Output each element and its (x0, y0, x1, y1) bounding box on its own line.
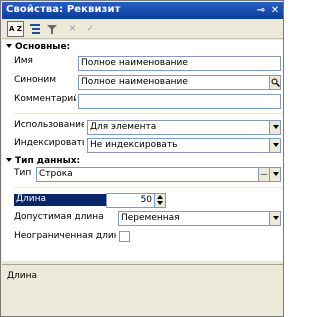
section-types-title: Тип данных: (6, 156, 80, 166)
type-value: Строка (39, 169, 73, 179)
prop-label-name: Имя (14, 56, 33, 66)
chevron-down-icon[interactable] (269, 121, 280, 134)
indexing-select[interactable]: Не индексировать (87, 138, 281, 153)
length-value: 50 (140, 195, 152, 205)
stepper-up-icon[interactable] (157, 195, 163, 199)
properties-panel: Основные: Имя Полное наименование Синони… (2, 40, 283, 261)
close-icon[interactable]: ✕ (268, 4, 282, 17)
chevron-down-icon[interactable] (269, 139, 280, 152)
cancel-icon[interactable]: ✕ (64, 21, 81, 37)
search-icon[interactable] (269, 76, 280, 89)
title-bar[interactable]: Свойства: Реквизит ⊸ ✕ (2, 2, 283, 19)
prop-row-indexing: Индексировать Не индексировать (2, 136, 283, 155)
section-types-label: Тип данных: (15, 156, 81, 166)
prop-row-unlimited: Неограниченная длина (2, 229, 283, 246)
window-title: Свойства: Реквизит (6, 4, 121, 15)
allowed-length-select[interactable]: Переменная (118, 211, 281, 226)
collapse-arrow-icon (6, 158, 12, 162)
prop-label-synonym: Синоним (14, 75, 57, 85)
prop-label-allowed-length: Допустимая длина (14, 212, 104, 222)
toolbar: A Z ✕ ✓ (2, 19, 283, 39)
name-field[interactable]: Полное наименование (78, 56, 281, 71)
stepper-down-icon[interactable] (157, 201, 163, 205)
prop-row-type: Тип Строка — (2, 166, 283, 185)
usage-select[interactable]: Для элемента (87, 120, 281, 135)
prop-label-length: Длина (14, 194, 106, 206)
prop-row-comment: Комментарий (2, 92, 283, 111)
clear-icon[interactable]: — (258, 168, 269, 181)
divider (14, 187, 283, 188)
synonym-value: Полное наименование (81, 77, 188, 87)
type-select[interactable]: Строка — (36, 167, 281, 182)
prop-row-usage: Использование Для элемента (2, 118, 283, 137)
section-main-title: Основные: (6, 42, 70, 52)
properties-window: Свойства: Реквизит ⊸ ✕ A Z ✕ ✓ Основные:… (0, 0, 284, 317)
prop-label-unlimited: Неограниченная длина (14, 231, 116, 241)
length-stepper[interactable]: 50 (106, 193, 166, 208)
prop-row-synonym: Синоним Полное наименование (2, 73, 283, 92)
prop-row-name: Имя Полное наименование (2, 54, 283, 73)
pin-icon[interactable]: ⊸ (254, 4, 268, 17)
prop-label-comment: Комментарий (14, 94, 76, 104)
indexing-value: Не индексировать (90, 140, 178, 150)
section-main-label: Основные: (15, 42, 71, 52)
stepper-arrows[interactable] (154, 194, 165, 207)
sort-alphabetical-icon[interactable]: A Z (7, 21, 24, 37)
synonym-field[interactable]: Полное наименование (78, 75, 281, 90)
divider (14, 113, 283, 114)
usage-value: Для элемента (90, 122, 157, 132)
filter-icon[interactable] (43, 21, 60, 37)
comment-field[interactable] (78, 94, 281, 109)
description-text: Длина (7, 271, 38, 281)
allowed-length-value: Переменная (121, 213, 180, 223)
collapse-arrow-icon (6, 44, 12, 48)
chevron-down-icon[interactable] (269, 168, 280, 181)
chevron-down-icon[interactable] (269, 212, 280, 225)
description-pane: Длина (2, 264, 283, 314)
categories-icon[interactable] (26, 21, 43, 37)
prop-label-indexing: Индексировать (14, 138, 84, 148)
ok-icon[interactable]: ✓ (82, 21, 99, 37)
unlimited-length-checkbox[interactable] (119, 231, 130, 242)
section-main[interactable]: Основные: (2, 40, 283, 54)
prop-row-length[interactable]: Длина 50 (2, 192, 283, 209)
prop-row-allowed-length: Допустимая длина Переменная (2, 210, 283, 229)
prop-label-usage: Использование (14, 120, 84, 130)
prop-label-type: Тип (14, 168, 32, 178)
